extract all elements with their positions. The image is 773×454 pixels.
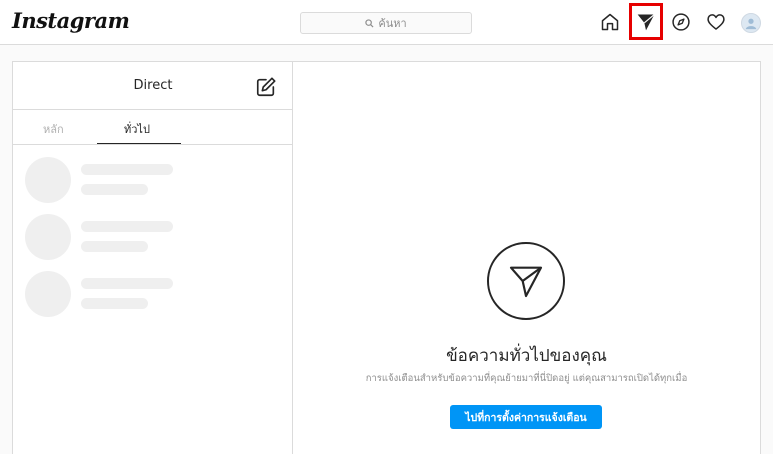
tab-primary[interactable]: หลัก <box>43 120 64 138</box>
placeholder-line <box>81 298 148 309</box>
placeholder-line <box>81 184 148 195</box>
list-item-placeholder <box>25 157 275 203</box>
direct-icon[interactable] <box>635 11 657 33</box>
search-input[interactable]: ค้นหา <box>300 12 472 34</box>
inbox-title: Direct <box>133 78 173 93</box>
placeholder-line <box>81 164 173 175</box>
notification-settings-button[interactable]: ไปที่การตั้งค่าการแจ้งเตือน <box>450 405 602 429</box>
empty-state-title: ข้อความทั่วไปของคุณ <box>446 346 607 366</box>
inbox-header: Direct <box>13 62 293 110</box>
empty-state-icon-circle <box>487 242 565 320</box>
search-icon <box>365 18 374 28</box>
list-item-placeholder <box>25 271 275 317</box>
direct-panel: Direct หลัก ทั่วไป ข้อความทั่วไปของคุณ ก… <box>12 61 761 454</box>
placeholder-avatar <box>25 214 71 260</box>
explore-icon[interactable] <box>670 11 692 33</box>
placeholder-avatar <box>25 157 71 203</box>
conversation-pane: ข้อความทั่วไปของคุณ การแจ้งเตือนสำหรับข้… <box>293 62 760 454</box>
placeholder-line <box>81 221 173 232</box>
inbox-sidebar: Direct หลัก ทั่วไป <box>13 62 293 454</box>
top-navigation-bar: Instagram ค้นหา <box>0 0 773 45</box>
paper-plane-icon <box>509 266 543 298</box>
placeholder-line <box>81 278 173 289</box>
active-tab-indicator <box>97 143 181 144</box>
activity-heart-icon[interactable] <box>705 11 727 33</box>
avatar-icon <box>745 18 757 30</box>
search-placeholder: ค้นหา <box>378 17 407 30</box>
tab-general[interactable]: ทั่วไป <box>124 120 150 138</box>
empty-state-subtitle: การแจ้งเตือนสำหรับข้อความที่คุณย้ายมาที่… <box>365 373 688 384</box>
new-message-icon[interactable] <box>255 76 277 98</box>
home-icon[interactable] <box>599 11 621 33</box>
inbox-tabs: หลัก ทั่วไป <box>13 110 293 145</box>
placeholder-line <box>81 241 148 252</box>
placeholder-avatar <box>25 271 71 317</box>
instagram-logo[interactable]: Instagram <box>12 8 130 33</box>
profile-avatar[interactable] <box>741 13 761 33</box>
list-item-placeholder <box>25 214 275 260</box>
